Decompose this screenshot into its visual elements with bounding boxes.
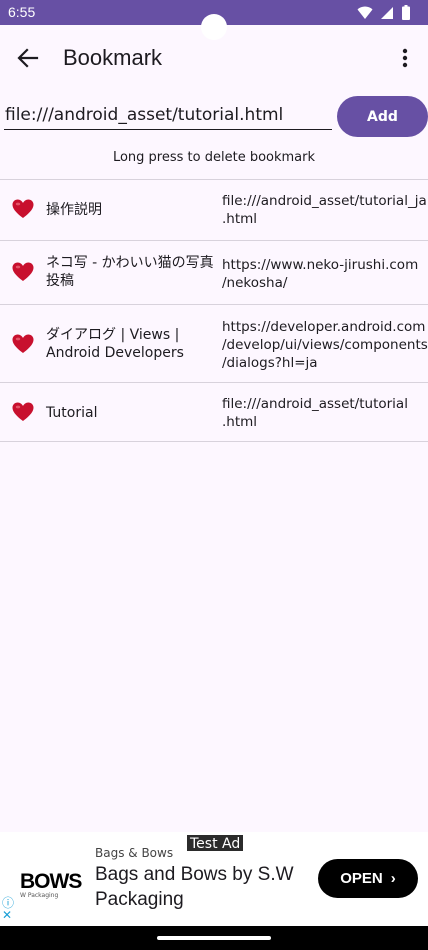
bookmark-row[interactable]: ダイアログ | Views | Android Developers https… [0,305,428,383]
back-button[interactable] [14,44,42,72]
wifi-icon [357,6,373,19]
ad-headline: Bags and Bows by S.W Packaging [95,864,294,910]
url-input[interactable] [4,100,332,130]
bookmark-row[interactable]: 操作説明 file:///android_asset/tutorial_ja .… [0,180,428,241]
heart-icon [12,199,34,223]
back-arrow-icon [17,48,39,68]
battery-icon [402,5,410,20]
ad-banner[interactable]: BOWS W Packaging Test Ad Bags & Bows Bag… [0,832,428,926]
heart-icon [12,402,34,426]
bookmark-title: ネコ写 - かわいい猫の写真投稿 [46,255,214,289]
bookmark-url: https://developer.android.com /develop/u… [222,319,428,371]
ad-logo-text: BOWS [20,870,82,893]
navigation-bar [0,926,428,950]
ad-advertiser: Bags & Bows [95,846,174,860]
bookmark-url: file:///android_asset/tutorial_ja .html [222,193,427,227]
chevron-right-icon: › [390,870,396,887]
heart-icon [12,334,34,358]
test-ad-badge: Test Ad [186,834,245,852]
status-icons [357,5,410,20]
app-bar: Bookmark [0,25,428,91]
bookmark-title: Tutorial [46,405,98,421]
hint-text: Long press to delete bookmark [112,150,316,165]
ad-logo: BOWS W Packaging [20,870,82,899]
signal-icon [381,6,393,19]
bookmark-url: https://www.neko-jirushi.com /nekosha/ [222,257,419,291]
bookmark-url: file:///android_asset/tutorial .html [222,396,408,430]
bookmark-title: ダイアログ | Views | Android Developers [46,327,184,361]
add-button[interactable]: Add [337,96,428,137]
status-bar: 6:55 [0,0,428,40]
bookmark-row[interactable]: Tutorial file:///android_asset/tutorial … [0,383,428,442]
bookmark-list: 操作説明 file:///android_asset/tutorial_ja .… [0,179,428,442]
more-vert-icon [402,48,408,68]
bookmark-row[interactable]: ネコ写 - かわいい猫の写真投稿 https://www.neko-jirush… [0,241,428,305]
ad-open-label: OPEN [340,870,383,887]
bookmark-title: 操作説明 [46,202,102,218]
close-icon[interactable]: ✕ [2,908,12,922]
home-handle[interactable] [157,936,271,940]
ad-open-button[interactable]: OPEN › [318,859,418,898]
page-title: Bookmark [63,45,163,70]
heart-icon [12,262,34,286]
status-time: 6:55 [8,4,36,20]
more-options-button[interactable] [395,46,415,70]
